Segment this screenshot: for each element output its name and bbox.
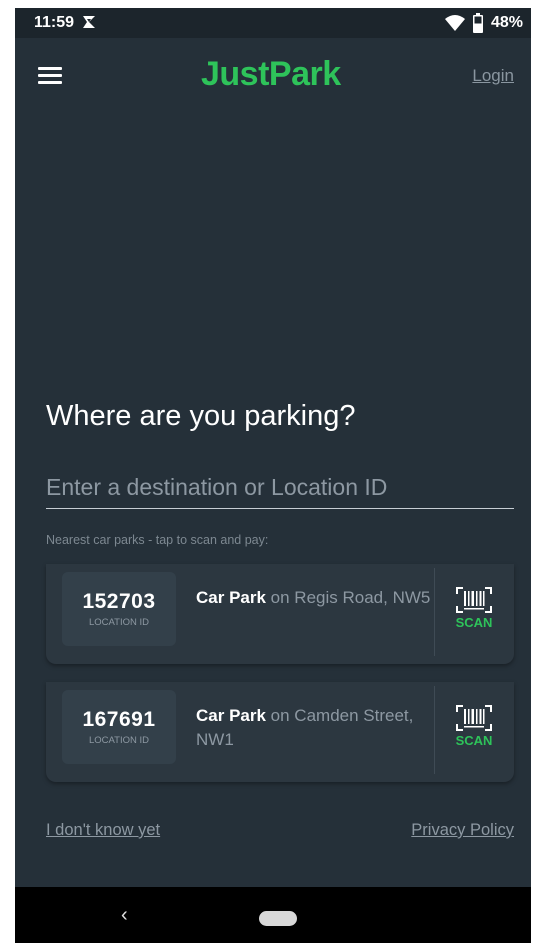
- car-park-description: Car Park on Camden Street, NW1: [196, 704, 434, 752]
- car-park-address: on Regis Road, NW5: [270, 588, 431, 607]
- scan-label: SCAN: [455, 615, 493, 630]
- scan-button[interactable]: SCAN: [442, 692, 506, 768]
- page-heading: Where are you parking?: [46, 400, 356, 432]
- battery-percentage: 48%: [491, 14, 524, 31]
- login-link[interactable]: Login: [472, 66, 514, 86]
- location-id: 167691: [82, 708, 156, 731]
- location-id-box: 152703 LOCATION ID: [62, 572, 176, 646]
- location-id-label: LOCATION ID: [89, 735, 149, 746]
- justpark-logo: JustPark: [201, 55, 341, 93]
- car-park-card[interactable]: 152703 LOCATION ID Car Park on Regis Roa…: [46, 564, 514, 664]
- barcode-scan-icon: [456, 705, 492, 731]
- location-id: 152703: [82, 590, 156, 613]
- app-screen: 11:59 48% JustPark Login Where are you p…: [15, 8, 531, 943]
- dont-know-yet-link[interactable]: I don't know yet: [46, 821, 160, 840]
- car-park-card[interactable]: 167691 LOCATION ID Car Park on Camden St…: [46, 682, 514, 782]
- back-chevron-icon[interactable]: ‹: [121, 904, 128, 927]
- status-time: 11:59: [34, 14, 75, 31]
- battery-icon: [473, 13, 483, 33]
- scan-button[interactable]: SCAN: [442, 574, 506, 650]
- destination-search-input[interactable]: [46, 466, 514, 509]
- nearest-car-parks-label: Nearest car parks - tap to scan and pay:: [46, 533, 269, 547]
- status-bar: 11:59 48%: [15, 8, 531, 38]
- wifi-icon: [445, 15, 465, 31]
- car-park-description: Car Park on Regis Road, NW5: [196, 586, 434, 610]
- card-divider: [434, 686, 435, 774]
- car-park-type: Car Park: [196, 706, 266, 725]
- car-park-type: Car Park: [196, 588, 266, 607]
- scan-label: SCAN: [455, 733, 493, 748]
- home-pill-icon[interactable]: [259, 911, 297, 926]
- barcode-scan-icon: [456, 587, 492, 613]
- card-divider: [434, 568, 435, 656]
- privacy-policy-link[interactable]: Privacy Policy: [411, 821, 514, 840]
- system-navigation-bar: ‹: [15, 887, 531, 943]
- hamburger-menu-icon[interactable]: [38, 65, 64, 87]
- location-id-label: LOCATION ID: [89, 617, 149, 628]
- notification-icon: [83, 16, 95, 28]
- location-id-box: 167691 LOCATION ID: [62, 690, 176, 764]
